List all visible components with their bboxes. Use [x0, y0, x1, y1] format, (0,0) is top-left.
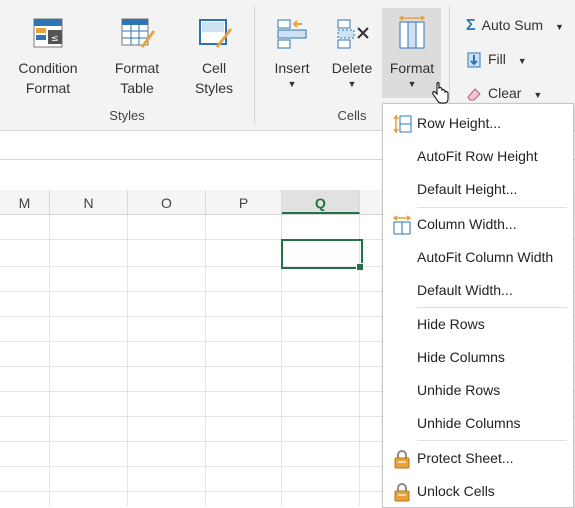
column-header-m[interactable]: M: [0, 190, 50, 214]
auto-sum-label: Auto Sum: [481, 17, 544, 33]
column-header-q[interactable]: Q: [282, 190, 360, 214]
fill-button[interactable]: Fill ▼: [466, 51, 527, 73]
menu-item-label: Hide Rows: [417, 316, 485, 332]
cell-styles-label-1: Cell: [201, 60, 227, 76]
clear-label: Clear: [488, 85, 522, 101]
row-height-icon: [393, 114, 412, 134]
menu-item-label: Protect Sheet...: [417, 450, 514, 466]
menu-item-column-width[interactable]: Column Width...: [383, 208, 573, 241]
menu-item-label: AutoFit Column Width: [417, 249, 554, 265]
lock-icon: [394, 483, 410, 502]
menu-item-autofit-column-width[interactable]: AutoFit Column Width: [383, 241, 573, 274]
fill-label: Fill: [488, 51, 506, 67]
column-width-icon: [392, 215, 412, 235]
conditional-format-label-1: Condition: [18, 60, 78, 76]
menu-item-unhide-rows[interactable]: Unhide Rows: [383, 374, 573, 407]
auto-sum-button[interactable]: Σ Auto Sum ▼: [466, 17, 564, 39]
grid-line: [205, 215, 206, 506]
cells-group-label: Cells: [337, 108, 367, 123]
menu-item-label: AutoFit Row Height: [417, 148, 538, 164]
format-label: Format: [389, 60, 435, 76]
conditional-format-button[interactable]: ≤ Condition Format: [12, 16, 84, 98]
menu-separator: [417, 440, 567, 441]
menu-item-label: Unlock Cells: [417, 483, 495, 499]
lock-icon: [394, 450, 410, 469]
format-table-button[interactable]: Format Table: [102, 16, 172, 98]
group-separator: [254, 6, 255, 124]
grid-line: [127, 215, 128, 506]
eraser-icon: [467, 88, 481, 101]
sigma-icon: Σ: [466, 17, 476, 35]
menu-item-label: Unhide Rows: [417, 382, 501, 398]
format-table-label-1: Format: [114, 60, 160, 76]
menu-item-default-height[interactable]: Default Height...: [383, 173, 573, 206]
menu-item-autofit-row-height[interactable]: AutoFit Row Height: [383, 140, 573, 173]
insert-button[interactable]: Insert ▼: [266, 16, 318, 90]
menu-item-label: Hide Columns: [417, 349, 505, 365]
insert-cells-icon: [277, 19, 307, 49]
menu-item-hide-columns[interactable]: Hide Columns: [383, 341, 573, 374]
column-header-p[interactable]: P: [206, 190, 282, 214]
cell-styles-label-2: Styles: [194, 80, 234, 96]
menu-item-label: Unhide Columns: [417, 415, 521, 431]
column-header-o[interactable]: O: [128, 190, 206, 214]
fill-down-icon: [467, 52, 481, 68]
menu-item-default-width[interactable]: Default Width...: [383, 274, 573, 307]
insert-dropdown-icon[interactable]: ▼: [266, 78, 318, 90]
format-table-icon: [121, 18, 155, 48]
column-header-n[interactable]: N: [50, 190, 128, 214]
auto-sum-dropdown-icon[interactable]: ▼: [555, 22, 564, 32]
clear-dropdown-icon[interactable]: ▼: [533, 90, 542, 100]
menu-item-unlock-cells[interactable]: Unlock Cells: [383, 475, 573, 508]
insert-label: Insert: [274, 60, 310, 76]
grid-line: [49, 215, 50, 506]
delete-label: Delete: [331, 60, 373, 76]
delete-dropdown-icon[interactable]: ▼: [326, 78, 378, 90]
cell-styles-button[interactable]: Cell Styles: [182, 16, 246, 98]
format-table-label-2: Table: [120, 80, 154, 96]
menu-item-label: Default Width...: [417, 282, 513, 298]
menu-item-label: Column Width...: [417, 216, 517, 232]
cell-styles-icon: [199, 19, 232, 48]
conditional-format-label-2: Format: [25, 80, 71, 96]
delete-cells-icon: [337, 19, 369, 49]
fill-dropdown-icon[interactable]: ▼: [518, 56, 527, 66]
menu-item-row-height[interactable]: Row Height...: [383, 107, 573, 140]
menu-item-hide-rows[interactable]: Hide Rows: [383, 308, 573, 341]
format-button[interactable]: Format ▼: [384, 16, 440, 90]
format-cells-icon: [398, 16, 426, 49]
menu-item-unhide-columns[interactable]: Unhide Columns: [383, 407, 573, 440]
svg-text:≤: ≤: [51, 34, 59, 44]
menu-item-label: Row Height...: [417, 115, 502, 131]
fill-handle[interactable]: [356, 263, 364, 271]
menu-item-protect-sheet[interactable]: Protect Sheet...: [383, 442, 573, 475]
active-cell[interactable]: [281, 239, 363, 269]
styles-group-label: Styles: [109, 108, 145, 123]
delete-button[interactable]: Delete ▼: [326, 16, 378, 90]
conditional-format-icon: ≤: [33, 18, 63, 48]
format-dropdown-menu: Row Height... AutoFit Row Height Default…: [382, 103, 574, 508]
hand-pointer-icon: [432, 82, 449, 104]
menu-item-label: Default Height...: [417, 181, 518, 197]
